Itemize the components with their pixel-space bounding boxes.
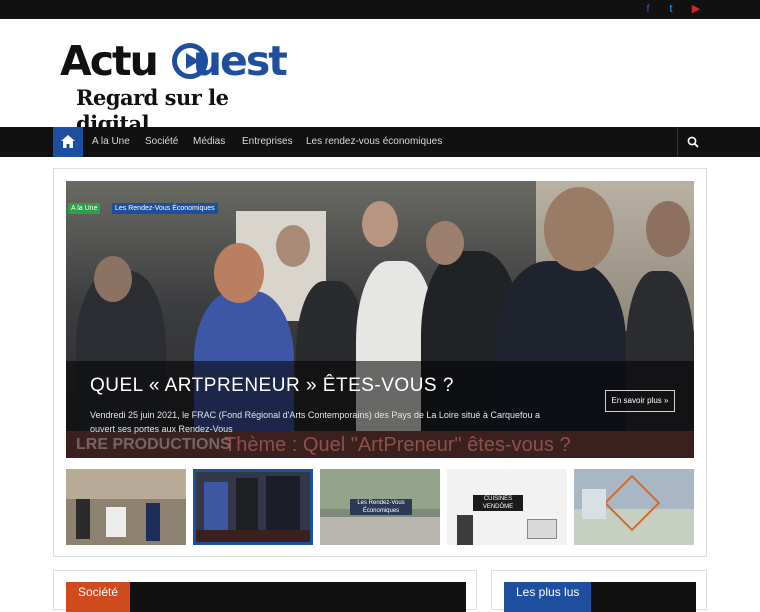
hero-figure-head [214,243,264,303]
thumb-building[interactable] [574,469,694,545]
hero-figure-head [276,225,310,267]
search-icon [687,136,699,148]
site-header: Actu uest Regard sur le digital [0,19,760,136]
logo-part-actu: Actu [60,37,159,85]
thumb-cuisines[interactable]: CUISINES VENDÔME [447,469,567,545]
facebook-icon[interactable]: f [641,3,655,16]
hero-slide[interactable]: LRE PRODUCTIONS Thème : Quel "ArtPreneur… [66,181,694,458]
read-more-button[interactable]: En savoir plus » [605,390,675,412]
thumb-banner [196,530,310,542]
search-button[interactable] [677,127,707,157]
thumb-bg-building [582,489,606,519]
nav-item-entreprises[interactable]: Entreprises [242,127,293,157]
hero-figure-head [362,201,398,247]
thumb-figure [106,507,126,537]
hero-banner-text: Thème : Quel "ArtPreneur" êtes-vous ? [224,434,571,456]
thumb-artpreneur[interactable] [193,469,313,545]
nav-item-societe[interactable]: Société [145,127,178,157]
home-button[interactable] [53,127,83,157]
section-societe: Société [53,570,477,612]
hero-figure-head [544,187,614,271]
hero-figure-head [94,256,132,302]
thumb-event-room[interactable] [66,469,186,545]
thumb-sign-text: CUISINES VENDÔME [473,495,523,511]
thumb-figure [236,478,258,532]
hero-title[interactable]: QUEL « ARTPRENEUR » ÊTES-VOUS ? [90,375,454,397]
section-les-plus-lus: Les plus lus [491,570,707,612]
category-tag-rendez-vous[interactable]: Les Rendez-Vous Économiques [112,203,218,214]
thumb-rendez-vous[interactable]: Les Rendez-Vous Économiques [320,469,440,545]
section-title-les-plus-lus[interactable]: Les plus lus [504,582,592,612]
thumb-figure [146,503,160,541]
nav-item-a-la-une[interactable]: A la Une [92,127,130,157]
hero-figure-head [426,221,464,265]
hero-figure-head [646,201,690,257]
thumb-vehicle [527,519,557,539]
thumb-figure [204,482,228,532]
main-navigation: A la Une Société Médias Entreprises Les … [0,127,760,157]
category-tag-a-la-une[interactable]: A la Une [68,203,101,214]
section-title-societe[interactable]: Société [66,582,131,612]
thumb-bg-wall [66,469,186,499]
thumb-figure [457,515,473,545]
nav-item-rendez-vous[interactable]: Les rendez-vous économiques [306,127,442,157]
top-bar: f t ▶ [0,0,760,19]
thumb-figure [266,476,300,532]
thumb-bg-ground [320,517,440,545]
hero-excerpt: Vendredi 25 juin 2021, le FRAC (Fond Rég… [90,410,540,434]
play-icon [172,43,208,79]
nav-item-medias[interactable]: Médias [193,127,225,157]
twitter-icon[interactable]: t [664,3,678,16]
section-header-bar: Société [66,582,466,612]
thumb-figure [76,499,90,539]
thumb-sign-text: Les Rendez-Vous Économiques [350,499,412,515]
youtube-icon[interactable]: ▶ [689,3,703,16]
section-header-bar: Les plus lus [504,582,696,612]
site-logo[interactable]: Actu uest Regard sur le digital [60,37,300,136]
home-icon [61,135,75,148]
hero-banner-brand: LRE PRODUCTIONS [76,436,231,453]
